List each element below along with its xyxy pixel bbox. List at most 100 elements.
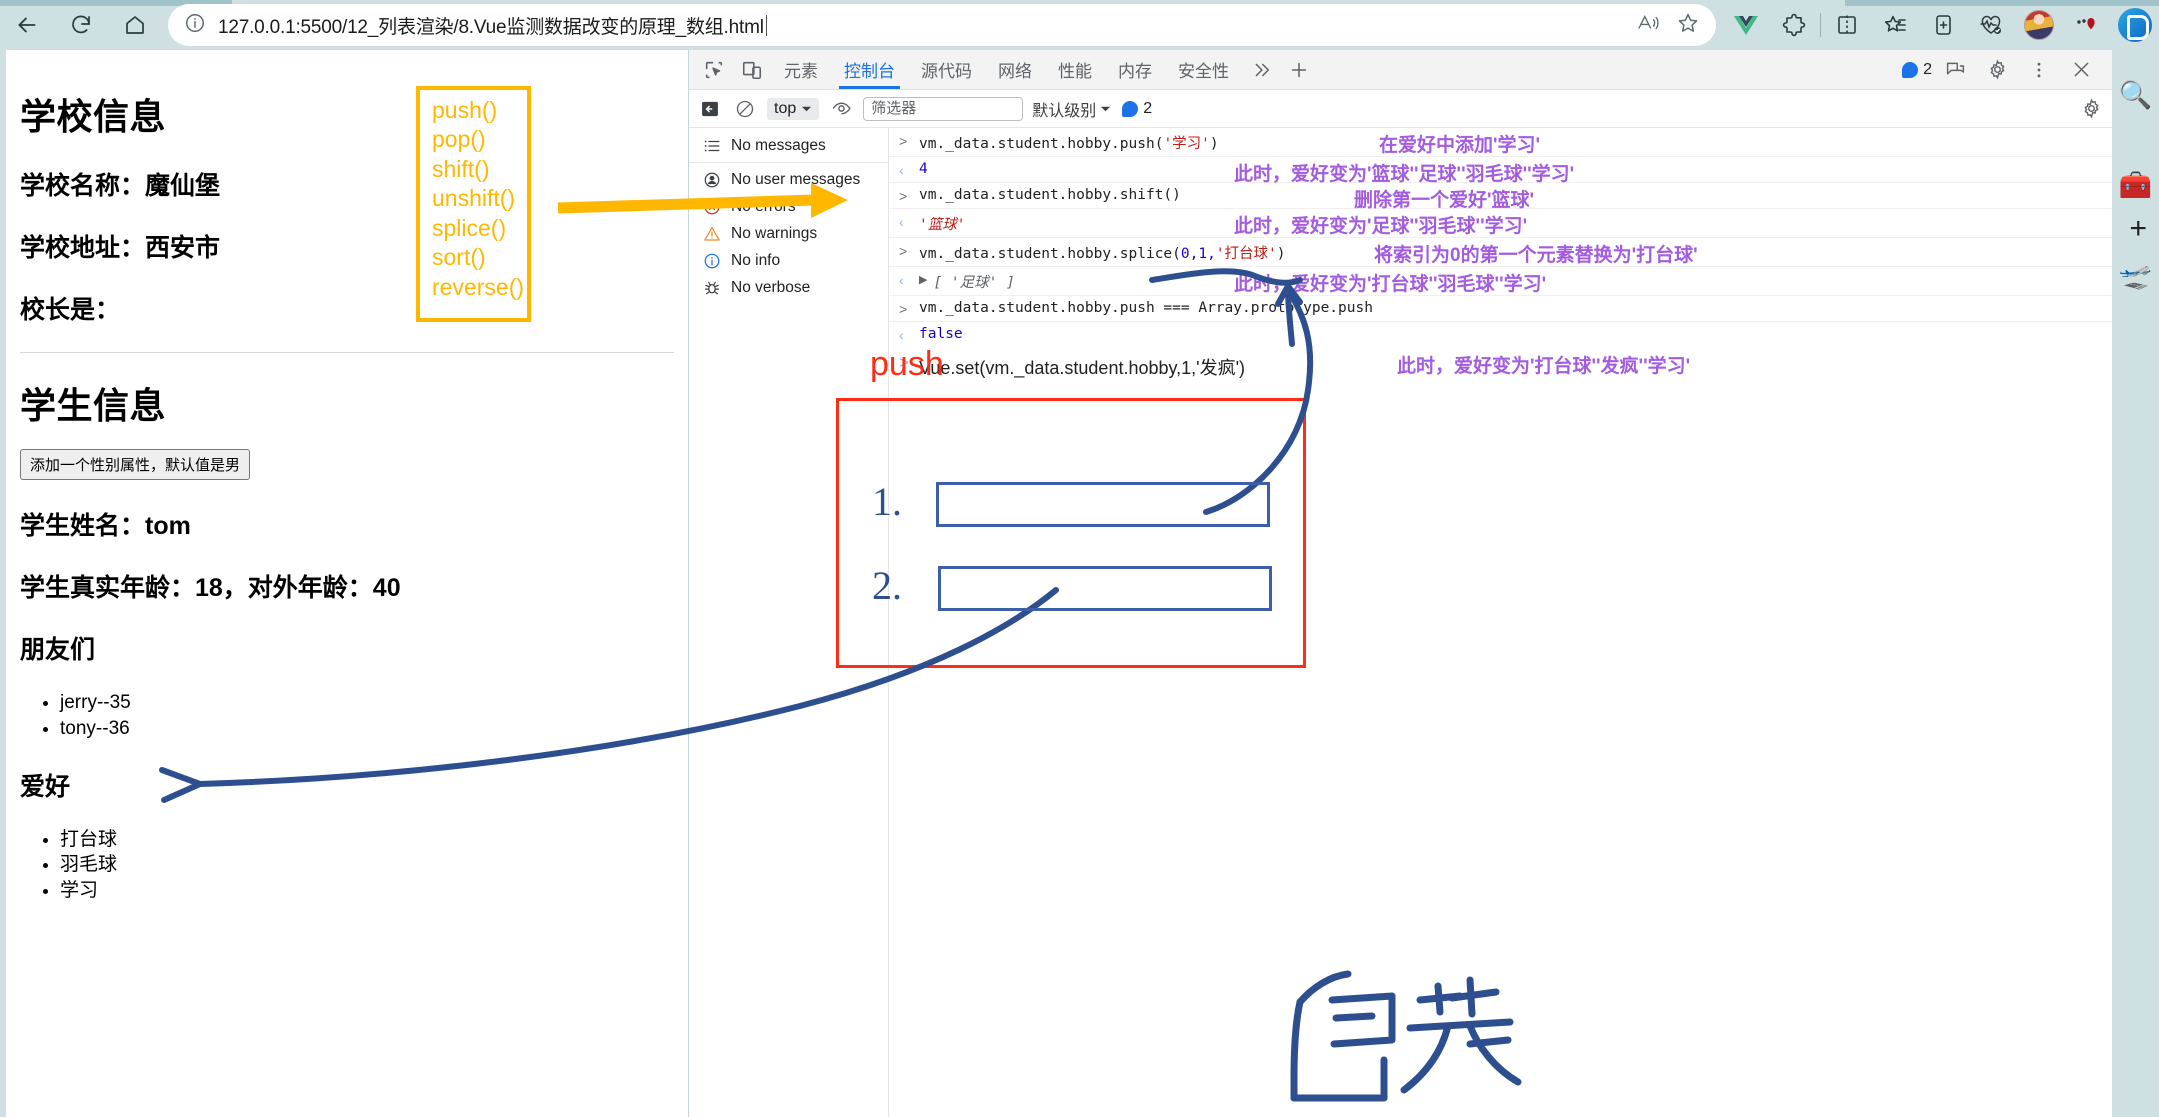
console-value: 4 (919, 160, 928, 177)
console-output-row: ‹ 4 此时，爱好变为'篮球''足球''羽毛球''学习' (889, 157, 2112, 185)
chevron-double-right-icon[interactable] (1242, 53, 1280, 87)
console-prompt-row[interactable]: > Vue.set(vm._data.student.hobby,1,'发疯')… (889, 347, 2112, 384)
profile-avatar[interactable] (2015, 0, 2063, 50)
section-divider (20, 352, 674, 353)
student-age: 学生真实年龄：18，对外年龄：40 (20, 574, 401, 602)
more-options-icon[interactable] (2063, 0, 2111, 50)
annotation-note: 此时，爱好变为'足球''羽毛球''学习' (1234, 216, 1528, 237)
annotation-note: 此时，爱好变为'篮球''足球''羽毛球''学习' (1234, 164, 1575, 185)
output-caret-icon: ‹ (899, 213, 904, 230)
sidebar-item-label: No info (731, 251, 781, 269)
tab-sources[interactable]: 源代码 (908, 50, 985, 89)
console-output-row: ‹ '篮球' 此时，爱好变为'足球''羽毛球''学习' (889, 209, 2112, 238)
star-icon[interactable] (1676, 11, 1700, 40)
annotation-note: 在爱好中添加'学习' (1379, 135, 1541, 156)
tab-memory[interactable]: 内存 (1105, 50, 1165, 89)
refresh-icon[interactable] (54, 0, 108, 50)
execution-context-select[interactable]: top (767, 97, 820, 120)
hobby-list: 打台球 羽毛球 学习 (20, 829, 674, 903)
log-level-select[interactable]: 默认级别 (1032, 97, 1111, 121)
more-vertical-icon[interactable] (2020, 53, 2058, 87)
console-value: [ '足球' ] (933, 274, 1015, 291)
device-toolbar-icon[interactable] (733, 53, 771, 87)
array-methods-annotation-box: push() pop() shift() unshift() splice() … (416, 86, 531, 322)
close-icon[interactable] (2062, 53, 2100, 87)
red-annotation-box (836, 398, 1306, 668)
console-code: vm._data.student.hobby.push('学习') (919, 135, 1219, 152)
console-settings-icon[interactable] (2078, 96, 2104, 122)
expand-triangle-icon[interactable]: ▶ (919, 271, 927, 290)
annotation-field-2 (938, 566, 1272, 611)
method-name: splice() (432, 214, 507, 241)
annotation-note: 将索引为0的第一个元素替换为'打台球' (1374, 245, 1698, 266)
sidebar-item-verbose[interactable]: No verbose (689, 274, 888, 301)
tab-performance[interactable]: 性能 (1045, 50, 1105, 89)
annotation-number-2: 2. (872, 563, 902, 608)
live-expression-icon[interactable] (828, 96, 854, 122)
console-input-row[interactable]: > vm._data.student.hobby.shift() 删除第一个爱好… (889, 183, 2112, 211)
sidebar-item-label: No messages (731, 136, 826, 154)
list-item: 打台球 (60, 829, 674, 852)
input-caret-icon: > (899, 300, 908, 317)
add-device-icon[interactable] (1919, 0, 1967, 50)
student-name: 学生姓名：tom (20, 512, 191, 540)
inspect-element-icon[interactable] (695, 53, 733, 87)
issues-icon (1902, 61, 1919, 78)
annotation-note: 此时，爱好变为'打台球''羽毛球''学习' (1234, 274, 1547, 295)
back-arrow-icon[interactable] (0, 0, 54, 50)
console-input-row[interactable]: > vm._data.student.hobby.splice(0,1,'打台球… (889, 238, 2112, 267)
execution-context-value: top (774, 99, 797, 117)
output-caret-icon: ‹ (899, 326, 904, 343)
annotation-field-1 (936, 482, 1270, 527)
devtools-feedback-icon[interactable] (1936, 53, 1974, 87)
log-level-value: 默认级别 (1032, 102, 1097, 120)
principal: 校长是： (20, 296, 121, 324)
filter-input[interactable] (863, 96, 1024, 121)
list-item: tony--36 (60, 718, 674, 741)
address-bar[interactable]: 127.0.0.1:5500/12_列表渲染/8.Vue监测数据改变的原理_数组… (168, 4, 1716, 46)
console-code: vm._data.student.hobby.splice(0,1,'打台球') (919, 245, 1286, 262)
sidebar-item-messages[interactable]: No messages (689, 132, 888, 159)
toolbar-divider (1820, 13, 1821, 37)
issues-badge[interactable]: 2 (1902, 61, 1932, 79)
plus-icon[interactable] (1280, 53, 1318, 87)
gear-icon[interactable] (1978, 53, 2016, 87)
filterbar-issues-badge[interactable]: 2 (1122, 100, 1152, 118)
method-name: unshift() (432, 185, 516, 212)
tab-console[interactable]: 控制台 (831, 50, 908, 89)
clear-console-icon[interactable] (732, 96, 758, 122)
console-input-row[interactable]: > vm._data.student.hobby.push('学习') 在爱好中… (889, 128, 2112, 157)
output-caret-icon: ‹ (899, 161, 904, 178)
read-aloud-icon[interactable] (1636, 12, 1660, 39)
address-bar-url: 127.0.0.1:5500/12_列表渲染/8.Vue监测数据改变的原理_数组… (218, 16, 764, 38)
annotation-note: 此时，爱好变为'打台球''发疯''学习' (1397, 356, 1691, 377)
tab-security[interactable]: 安全性 (1165, 50, 1242, 89)
collections-icon[interactable] (1871, 0, 1919, 50)
input-caret-icon: > (899, 242, 908, 259)
chevron-down-icon (1101, 106, 1111, 111)
search-icon[interactable]: 🔍 (2112, 50, 2159, 140)
copilot-icon[interactable] (2111, 0, 2159, 50)
split-screen-icon[interactable] (1823, 0, 1871, 50)
info-circle-icon[interactable] (184, 12, 206, 39)
console-prompt-text: Vue.set(vm._data.student.hobby,1,'发疯') (919, 358, 1246, 378)
input-caret-icon: > (899, 132, 908, 149)
add-gender-button[interactable]: 添加一个性别属性，默认值是男 (20, 449, 251, 480)
home-icon[interactable] (108, 0, 162, 50)
tab-elements[interactable]: 元素 (771, 50, 831, 89)
vue-devtools-icon[interactable] (1722, 0, 1770, 50)
tab-network[interactable]: 网络 (985, 50, 1045, 89)
push-annotation-label: push (870, 345, 944, 383)
console-input-row[interactable]: > vm._data.student.hobby.push === Array.… (889, 296, 2112, 322)
info-icon (704, 253, 720, 268)
school-address: 学校地址：西安市 (20, 234, 221, 262)
show-console-sidebar-icon[interactable] (697, 96, 723, 122)
sidebar-item-info[interactable]: No info (689, 247, 888, 274)
console-output-row: ‹ false (889, 322, 2112, 347)
sidebar-divider (689, 162, 888, 163)
issues-count: 2 (1923, 60, 1932, 78)
edge-sidebar-rail: 🔍 🧰 🛫 (2112, 50, 2159, 1117)
extension-puzzle-icon[interactable] (1770, 0, 1818, 50)
console-output-row[interactable]: ‹ ▶ [ '足球' ] 此时，爱好变为'打台球''羽毛球''学习' (889, 267, 2112, 296)
browser-essentials-icon[interactable] (1967, 0, 2015, 50)
